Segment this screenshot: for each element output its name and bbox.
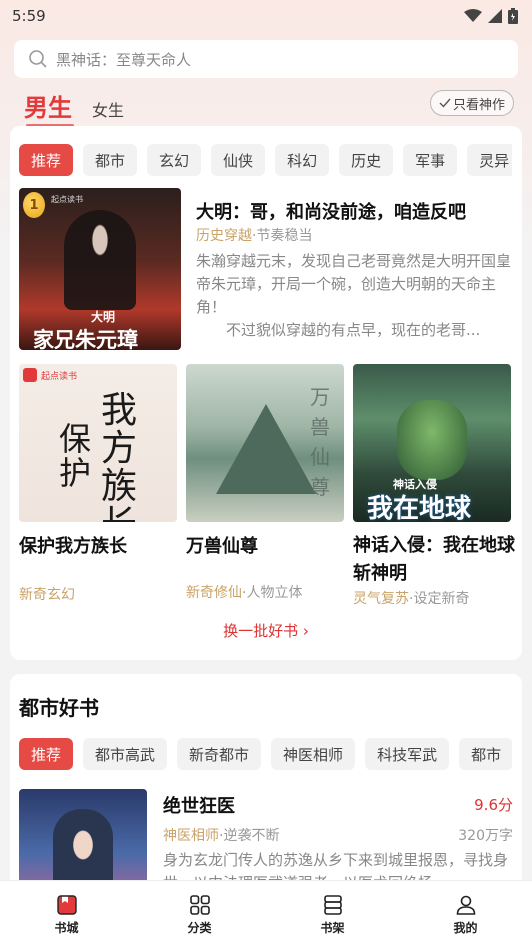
grid-book-meta: 灵气复苏·设定新奇 bbox=[353, 588, 469, 608]
featured-book-cover[interactable]: 1 起点读书 大明 家兄朱元璋 bbox=[19, 188, 181, 350]
cover-publisher bbox=[23, 368, 37, 382]
search-icon bbox=[28, 49, 48, 69]
category-tab-military[interactable]: 军事 bbox=[403, 144, 458, 176]
grid-book-meta-text: ·人物立体 bbox=[242, 585, 303, 601]
category-tab-history[interactable]: 历史 bbox=[339, 144, 394, 176]
featured-book-tag[interactable]: 历史穿越 bbox=[196, 228, 252, 244]
grid-book-meta-text: ·设定新奇 bbox=[409, 591, 470, 607]
cover-text: 我方族长 bbox=[101, 390, 138, 523]
cover-publisher: 起点读书 bbox=[51, 195, 83, 204]
grid-book-meta: 新奇修仙·人物立体 bbox=[186, 582, 302, 602]
nav-profile[interactable]: 我的 bbox=[399, 881, 532, 946]
book-meta: 神医相师·逆袭不断 bbox=[163, 825, 279, 845]
bookshelf-icon bbox=[323, 895, 342, 915]
urban-tab-tech-military[interactable]: 科技军武 bbox=[365, 738, 450, 770]
book-word-count: 320万字 bbox=[458, 828, 513, 844]
book-title[interactable]: 绝世狂医 bbox=[163, 792, 235, 818]
grid-book-title[interactable]: 保护我方族长 bbox=[19, 532, 179, 558]
nav-bookstore[interactable]: 书城 bbox=[0, 881, 133, 946]
featured-book-title[interactable]: 大明：哥，和尚没前途，咱造反吧 bbox=[196, 198, 512, 224]
category-tab-supernatural[interactable]: 灵异 bbox=[467, 144, 512, 176]
user-icon bbox=[456, 895, 475, 915]
cover-text-main: 家兄朱元璋 bbox=[33, 327, 138, 350]
refresh-label: 换一批好书 bbox=[223, 622, 299, 640]
grid-book-tag[interactable]: 新奇玄幻 bbox=[19, 587, 75, 603]
cover-figure bbox=[64, 210, 136, 310]
search-bar[interactable]: 黑神话：至尊天命人 bbox=[14, 40, 518, 78]
rank-badge: 1 bbox=[23, 192, 45, 218]
cover-figure bbox=[397, 400, 467, 480]
status-time: 5:59 bbox=[12, 7, 46, 25]
grid-book-cover[interactable]: 万兽仙尊 bbox=[186, 364, 344, 522]
status-bar: 5:59 bbox=[0, 0, 532, 32]
only-god-label: 只看神作 bbox=[452, 97, 505, 113]
nav-label: 书架 bbox=[320, 921, 345, 935]
urban-category-tabs: 推荐 都市高武 新奇都市 神医相师 科技军武 都市 bbox=[10, 738, 512, 772]
nav-category[interactable]: 分类 bbox=[133, 881, 266, 946]
grid-book-title[interactable]: 神话入侵：我在地球斩神明 bbox=[353, 532, 515, 588]
grid-book-tag[interactable]: 灵气复苏 bbox=[353, 591, 409, 607]
featured-book-meta-text: ·节奏稳当 bbox=[252, 228, 313, 244]
status-icons bbox=[464, 8, 518, 24]
category-tab-urban[interactable]: 都市 bbox=[83, 144, 138, 176]
check-icon bbox=[439, 98, 451, 108]
featured-book-meta: 历史穿越·节奏稳当 bbox=[196, 225, 312, 245]
urban-tab-recommend[interactable]: 推荐 bbox=[19, 738, 74, 770]
cover-mountain bbox=[216, 404, 316, 494]
category-tab-fantasy[interactable]: 玄幻 bbox=[147, 144, 202, 176]
category-tab-scifi[interactable]: 科幻 bbox=[275, 144, 330, 176]
urban-tab-urban-martial[interactable]: 都市高武 bbox=[83, 738, 168, 770]
nav-label: 书城 bbox=[54, 921, 79, 935]
cover-text-2: 保护 bbox=[59, 420, 92, 492]
book-meta-text: ·逆袭不断 bbox=[219, 828, 280, 844]
grid-book-cover[interactable]: 起点读书 我方族长 保护 bbox=[19, 364, 177, 522]
recommend-card: 推荐 都市 玄幻 仙侠 科幻 历史 军事 灵异 1 起点读书 大明 家兄朱元璋 … bbox=[10, 126, 522, 660]
bookstore-icon bbox=[56, 895, 77, 915]
tab-male[interactable]: 男生 bbox=[24, 88, 74, 127]
battery-icon bbox=[508, 8, 518, 24]
featured-book-desc: 朱瀚穿越元末，发现自己老哥竟然是大明开国皇帝朱元璋，开局一个碗，创造大明朝的天命… bbox=[196, 252, 512, 339]
urban-tab-more[interactable]: 都市 bbox=[459, 738, 512, 770]
cover-figure bbox=[53, 809, 113, 889]
wifi-icon bbox=[464, 9, 482, 22]
signal-icon bbox=[488, 9, 502, 23]
category-tab-recommend[interactable]: 推荐 bbox=[19, 144, 74, 176]
bottom-nav: 书城 分类 书架 我的 bbox=[0, 880, 532, 946]
book-score: 9.6分 bbox=[474, 796, 513, 814]
cover-text: 我在地球 bbox=[367, 494, 472, 522]
gender-tabs: 男生 女生 bbox=[24, 88, 124, 127]
cover-text-top: 大明 bbox=[91, 310, 116, 324]
nav-bookshelf[interactable]: 书架 bbox=[266, 881, 399, 946]
tab-female[interactable]: 女生 bbox=[92, 97, 124, 123]
book-tag[interactable]: 神医相师 bbox=[163, 828, 219, 844]
category-tabs: 推荐 都市 玄幻 仙侠 科幻 历史 军事 灵异 bbox=[10, 144, 512, 178]
section-title: 都市好书 bbox=[19, 696, 99, 720]
search-placeholder: 黑神话：至尊天命人 bbox=[56, 50, 192, 69]
grid-book-cover[interactable]: 神话入侵 我在地球 bbox=[353, 364, 511, 522]
cover-publisher-label: 起点读书 bbox=[41, 372, 78, 382]
urban-tab-doctor[interactable]: 神医相师 bbox=[271, 738, 356, 770]
grid-book-tag[interactable]: 新奇修仙 bbox=[186, 585, 242, 601]
only-god-filter-button[interactable]: 只看神作 bbox=[429, 90, 514, 116]
refresh-button[interactable]: 换一批好书 › bbox=[10, 620, 522, 641]
nav-label: 分类 bbox=[187, 921, 212, 935]
chevron-right-icon: › bbox=[302, 622, 309, 640]
urban-tab-new-urban[interactable]: 新奇都市 bbox=[177, 738, 262, 770]
nav-label: 我的 bbox=[453, 921, 478, 935]
grid-icon bbox=[189, 895, 210, 915]
cover-text: 万兽仙尊 bbox=[310, 385, 330, 499]
grid-book-title[interactable]: 万兽仙尊 bbox=[186, 532, 346, 558]
grid-book-meta: 新奇玄幻 bbox=[19, 584, 75, 604]
category-tab-xianxia[interactable]: 仙侠 bbox=[211, 144, 266, 176]
